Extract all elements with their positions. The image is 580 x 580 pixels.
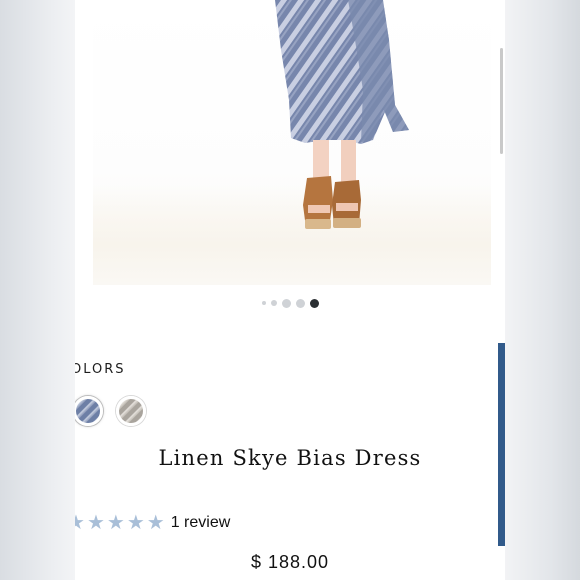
background-left xyxy=(0,0,75,580)
page-dot[interactable] xyxy=(295,298,305,308)
product-screen: OLORS Linen Skye Bias Dress ★ ★ ★ ★ ★ 1 … xyxy=(75,0,505,580)
star-icon: ★ xyxy=(75,512,85,534)
star-icon: ★ xyxy=(106,512,125,534)
page-dot[interactable] xyxy=(281,298,291,308)
star-icon: ★ xyxy=(126,512,145,534)
page-dot[interactable] xyxy=(261,301,266,305)
scrollbar[interactable] xyxy=(500,48,503,154)
model-figure xyxy=(275,0,409,229)
page-dot[interactable] xyxy=(270,300,277,306)
page-dot-active[interactable] xyxy=(309,298,319,308)
colors-label: OLORS xyxy=(75,362,126,377)
image-pagination xyxy=(75,296,505,310)
blue-tie-dye-swatch[interactable] xyxy=(75,396,103,426)
review-count-link[interactable]: 1 review xyxy=(171,514,231,532)
star-icon: ★ xyxy=(86,512,105,534)
side-tab[interactable] xyxy=(498,343,505,546)
rating[interactable]: ★ ★ ★ ★ ★ 1 review xyxy=(75,511,230,535)
product-image[interactable] xyxy=(93,0,491,285)
background-right xyxy=(505,0,580,580)
product-price: $ 188.00 xyxy=(250,552,330,572)
star-icon: ★ xyxy=(146,512,165,534)
product-title: Linen Skye Bias Dress xyxy=(158,446,422,470)
grey-tie-dye-swatch[interactable] xyxy=(116,396,146,426)
